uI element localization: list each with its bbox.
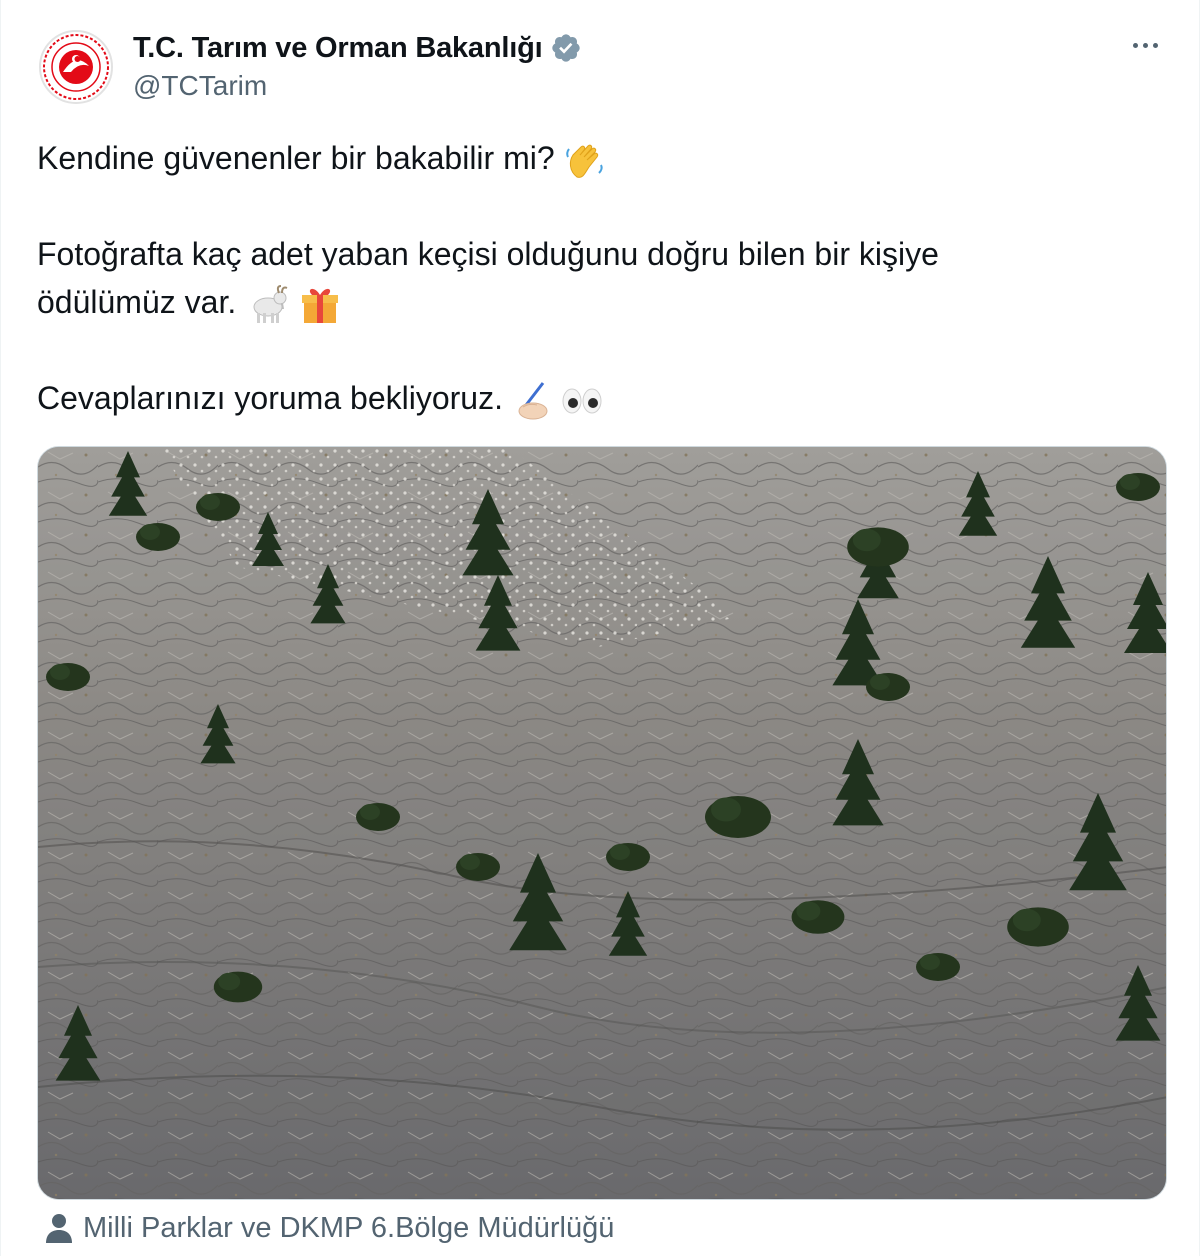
tweet-text: Kendine güvenenler bir bakabilir mi? — [37, 140, 555, 176]
author-name-row[interactable]: T.C. Tarım ve Orman Bakanlığı — [133, 28, 582, 68]
more-options-icon[interactable] — [1125, 30, 1165, 60]
tweet-card: T.C. Tarım ve Orman Bakanlığı @TCTarim K… — [0, 0, 1200, 1256]
gift-icon — [302, 288, 339, 323]
eyes-icon — [562, 388, 602, 414]
verified-badge-icon — [552, 34, 581, 62]
tagged-account-name[interactable]: Milli Parklar ve DKMP 6.Bölge Müdürlüğü — [83, 1212, 614, 1245]
tweet-text: Cevaplarınızı yoruma bekliyoruz. — [37, 380, 503, 416]
waving-hand-icon — [565, 144, 603, 178]
author-display-name[interactable]: T.C. Tarım ve Orman Bakanlığı — [133, 32, 543, 65]
photo-canvas — [38, 447, 1166, 1199]
tweet-text-line-1: Kendine güvenenler bir bakabilir mi? — [37, 138, 607, 183]
writing-hand-icon — [518, 381, 548, 420]
person-tag-icon — [46, 1214, 72, 1243]
tweet-text-line-2: Fotoğrafta kaç adet yaban keçisi olduğun… — [37, 236, 939, 272]
tweet-text: ödülümüz var. — [37, 284, 237, 320]
tagged-user-row[interactable]: Milli Parklar ve DKMP 6.Bölge Müdürlüğü — [45, 1208, 614, 1248]
rocky-mountainside-photo[interactable] — [37, 446, 1167, 1200]
tweet-text-line-3: ödülümüz var. — [37, 282, 342, 327]
author-handle[interactable]: @TCTarim — [133, 70, 267, 102]
tweet-text-line-4: Cevaplarınızı yoruma bekliyoruz. — [37, 378, 605, 423]
ministry-logo-icon[interactable] — [39, 30, 113, 104]
goat-icon — [253, 284, 288, 323]
